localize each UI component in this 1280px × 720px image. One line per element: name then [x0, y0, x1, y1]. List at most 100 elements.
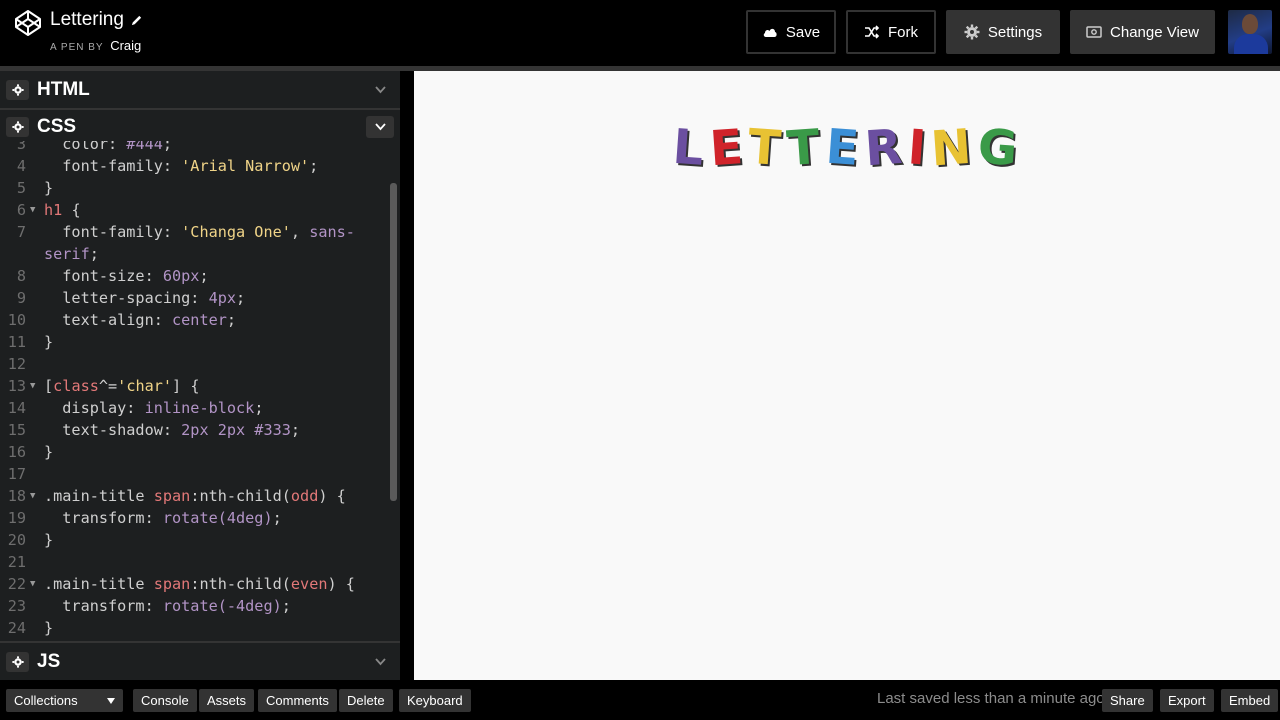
code-text: .main-title span:nth-child(even) { — [44, 573, 355, 595]
html-pane-header[interactable]: HTML — [0, 71, 400, 110]
view-icon — [1086, 26, 1102, 38]
code-text: font-family: 'Changa One', sans- — [44, 221, 355, 243]
css-collapse-button[interactable] — [366, 116, 394, 138]
title-char: L — [671, 118, 710, 178]
code-line[interactable]: 22 ▼ .main-title span:nth-child(even) { — [0, 573, 390, 595]
editor-scrollbar[interactable] — [390, 183, 397, 501]
code-token: ^= — [98, 377, 118, 395]
css-pane-header[interactable]: CSS — [0, 110, 400, 143]
fold-toggle-icon[interactable]: ▼ — [30, 375, 35, 397]
code-text: } — [44, 177, 53, 199]
code-line[interactable]: 17 — [0, 463, 390, 485]
code-token: rotate(-4deg) — [162, 597, 282, 615]
share-button[interactable]: Share — [1102, 689, 1153, 712]
code-token: odd — [290, 487, 319, 505]
html-collapse-button[interactable] — [366, 79, 394, 101]
line-number: 18 — [7, 487, 26, 505]
code-line[interactable]: 21 — [0, 551, 390, 573]
top-header: Lettering A PEN BY Craig Save Fork Setti… — [0, 0, 1280, 66]
keyboard-button[interactable]: Keyboard — [399, 689, 471, 712]
settings-button[interactable]: Settings — [946, 10, 1060, 54]
code-line[interactable]: 20} — [0, 529, 390, 551]
console-button[interactable]: Console — [133, 689, 197, 712]
code-line[interactable]: 13 ▼ [class^='char'] { — [0, 375, 390, 397]
delete-button[interactable]: Delete — [339, 689, 393, 712]
line-number: 8 — [16, 267, 26, 285]
code-line[interactable]: 18 ▼ .main-title span:nth-child(odd) { — [0, 485, 390, 507]
code-token: transform: — [44, 509, 163, 527]
css-settings-button[interactable] — [6, 117, 29, 137]
fold-toggle-icon[interactable]: ▼ — [30, 199, 35, 221]
code-line[interactable]: 11} — [0, 331, 390, 353]
line-number: 22 — [7, 575, 26, 593]
gear-icon — [11, 121, 24, 133]
line-number: 16 — [7, 443, 26, 461]
settings-label: Settings — [987, 23, 1043, 41]
embed-button[interactable]: Embed — [1221, 689, 1279, 712]
code-line[interactable]: 9 letter-spacing: 4px; — [0, 287, 390, 309]
code-token: ; — [236, 289, 246, 307]
author-name[interactable]: Craig — [110, 38, 141, 53]
change-view-button[interactable]: Change View — [1070, 10, 1215, 54]
export-label: Export — [1168, 693, 1206, 708]
code-text: font-family: 'Arial Narrow'; — [44, 155, 318, 177]
fold-toggle-icon[interactable]: ▼ — [30, 573, 35, 595]
fork-button[interactable]: Fork — [846, 10, 936, 54]
code-line[interactable]: 12 — [0, 353, 390, 375]
title-char: T — [785, 118, 826, 178]
code-token: rotate(4deg) — [162, 509, 273, 527]
code-line[interactable]: 6 ▼ h1 { — [0, 199, 390, 221]
code-token: ; — [309, 157, 319, 175]
html-settings-button[interactable] — [6, 80, 29, 100]
code-line[interactable]: 24} — [0, 617, 390, 639]
code-line[interactable]: 19 transform: rotate(4deg); — [0, 507, 390, 529]
title-char: T — [746, 118, 788, 178]
code-token: even — [290, 575, 328, 593]
fold-toggle-icon[interactable]: ▼ — [30, 485, 35, 507]
code-line[interactable]: 3 color: #444; — [0, 141, 390, 155]
chevron-down-icon — [374, 86, 386, 94]
line-number: 7 — [16, 223, 26, 241]
js-pane-header[interactable]: JS — [0, 641, 400, 680]
code-line[interactable]: 7 font-family: 'Changa One', sans- — [0, 221, 390, 243]
assets-button[interactable]: Assets — [199, 689, 255, 712]
code-token: ; — [199, 267, 209, 285]
code-token: display: — [44, 399, 145, 417]
caret-down-icon — [107, 697, 115, 704]
code-token: ) { — [318, 487, 346, 505]
export-button[interactable]: Export — [1160, 689, 1214, 712]
code-text: } — [44, 441, 53, 463]
code-line[interactable]: 4 font-family: 'Arial Narrow'; — [0, 155, 390, 177]
save-button[interactable]: Save — [746, 10, 836, 54]
code-line[interactable]: 5} — [0, 177, 390, 199]
pencil-icon[interactable] — [130, 14, 143, 27]
code-line[interactable]: 8 font-size: 60px; — [0, 265, 390, 287]
preview-pane[interactable]: LETTERING — [414, 71, 1280, 680]
code-token: letter-spacing: — [44, 289, 209, 307]
js-pane-title: JS — [37, 651, 61, 672]
js-settings-button[interactable] — [6, 652, 29, 672]
code-line[interactable]: 16} — [0, 441, 390, 463]
user-avatar[interactable] — [1228, 10, 1272, 54]
gear-icon — [11, 84, 24, 96]
codepen-logo-icon[interactable] — [14, 9, 42, 37]
code-token: 2px 2px #333 — [181, 421, 291, 439]
code-line[interactable]: 23 transform: rotate(-4deg); — [0, 595, 390, 617]
code-text: serif; — [44, 243, 99, 265]
comments-button[interactable]: Comments — [258, 689, 337, 712]
code-line[interactable]: 14 display: inline-block; — [0, 397, 390, 419]
code-line[interactable]: 15 text-shadow: 2px 2px #333; — [0, 419, 390, 441]
css-code-editor[interactable]: 3 color: #444; 4 font-family: 'Arial Narr… — [0, 141, 400, 640]
code-line[interactable]: 10 text-align: center; — [0, 309, 390, 331]
pen-title[interactable]: Lettering — [50, 9, 143, 31]
title-char: E — [823, 118, 865, 178]
code-line[interactable]: serif; — [0, 243, 390, 265]
collections-dropdown[interactable]: Collections — [6, 689, 123, 712]
code-text: .main-title span:nth-child(odd) { — [44, 485, 346, 507]
line-number: 21 — [7, 553, 26, 571]
pen-byline: A PEN BY Craig — [50, 38, 141, 53]
js-collapse-button[interactable] — [366, 651, 394, 673]
line-number: 20 — [7, 531, 26, 549]
cloud-icon — [763, 28, 777, 37]
save-label: Save — [785, 23, 821, 41]
